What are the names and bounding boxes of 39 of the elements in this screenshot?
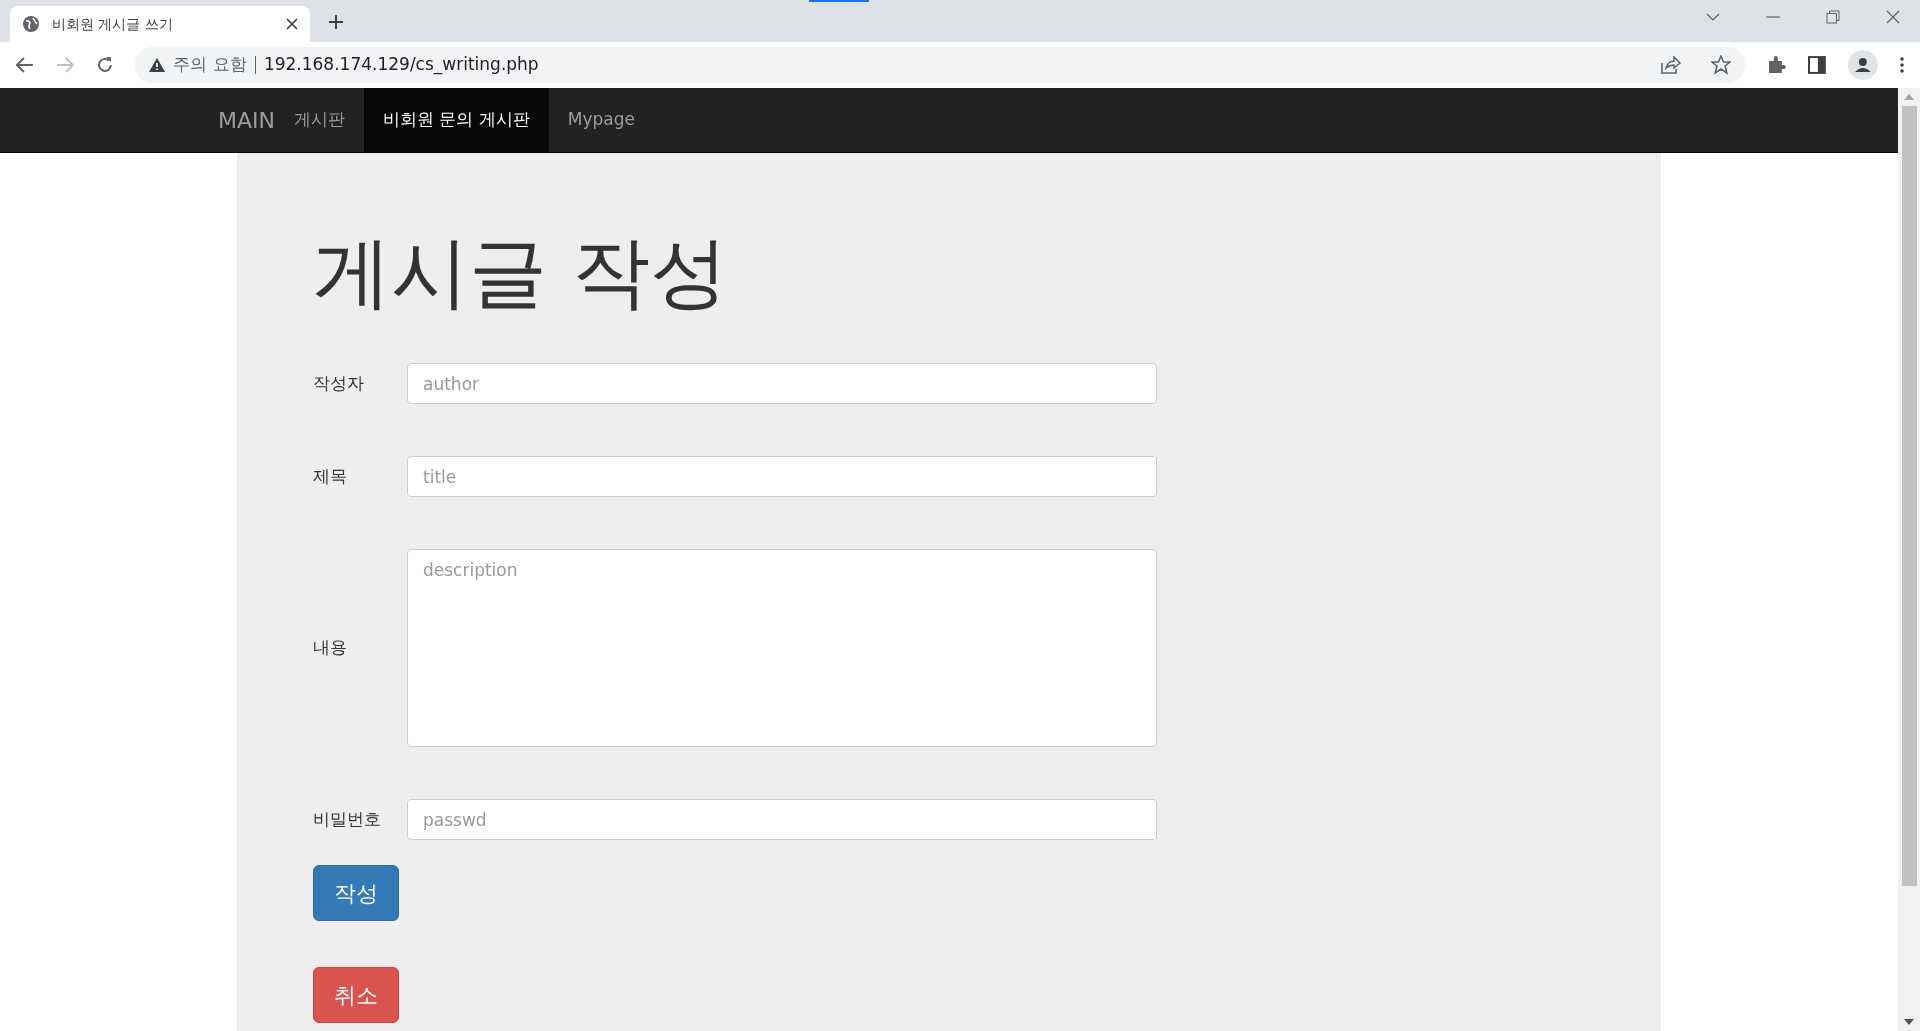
- nav-link[interactable]: Mypage: [548, 88, 654, 152]
- scroll-down-icon[interactable]: [1904, 1019, 1914, 1025]
- globe-icon: [22, 15, 40, 33]
- star-icon[interactable]: [1710, 55, 1731, 75]
- brand-link[interactable]: MAIN: [218, 88, 275, 152]
- field-label: 비밀번호: [313, 807, 382, 831]
- puzzle-icon[interactable]: [1766, 55, 1787, 75]
- restore-icon[interactable]: [1826, 10, 1840, 24]
- back-arrow-icon[interactable]: [16, 57, 34, 73]
- share-icon[interactable]: [1660, 56, 1681, 74]
- new-tab-icon[interactable]: [328, 14, 344, 30]
- nav-link[interactable]: 게시판: [275, 88, 364, 152]
- cancel-button[interactable]: 취소: [313, 967, 399, 1023]
- chevron-down-icon[interactable]: [1706, 13, 1720, 21]
- warning-icon: [149, 58, 166, 72]
- submit-button[interactable]: 작성: [313, 865, 399, 921]
- side-panel-icon[interactable]: [1808, 56, 1827, 74]
- separator: [254, 56, 256, 74]
- input-field[interactable]: passwd: [407, 799, 1157, 840]
- profile-icon[interactable]: [1848, 50, 1878, 80]
- input-field[interactable]: description: [407, 549, 1157, 747]
- scrollbar[interactable]: [1898, 88, 1920, 1031]
- page-heading: 게시글 작성: [313, 233, 729, 311]
- url-text: 192.168.174.129/cs_writing.php: [263, 53, 539, 77]
- security-label: 주의 요함: [173, 53, 247, 77]
- reload-icon[interactable]: [95, 56, 114, 74]
- field-label: 작성자: [313, 371, 365, 395]
- field-label: 내용: [313, 636, 348, 660]
- scroll-thumb[interactable]: [1901, 106, 1917, 886]
- tab-title: 비회원 게시글 쓰기: [52, 14, 174, 34]
- input-field[interactable]: author: [407, 363, 1157, 404]
- browser-tab[interactable]: 비회원 게시글 쓰기: [10, 6, 310, 42]
- input-field[interactable]: title: [407, 456, 1157, 497]
- nav-link[interactable]: 비회원 문의 게시판: [364, 88, 549, 152]
- address-bar[interactable]: 주의 요함 192.168.174.129/cs_writing.php: [135, 47, 1745, 83]
- close-icon[interactable]: [1886, 10, 1900, 24]
- field-label: 제목: [313, 464, 348, 488]
- close-icon[interactable]: [286, 18, 298, 30]
- menu-icon[interactable]: [1900, 57, 1904, 73]
